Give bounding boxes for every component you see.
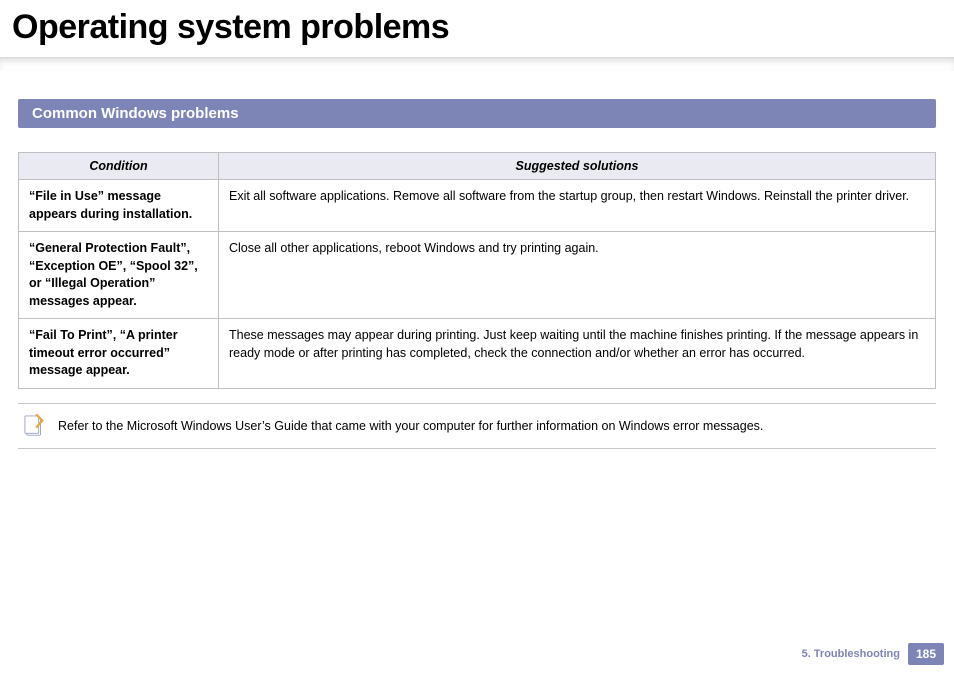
th-solutions: Suggested solutions [219,153,936,180]
cell-solution: Close all other applications, reboot Win… [219,232,936,319]
note-text: Refer to the Microsoft Windows User’s Gu… [58,419,763,433]
table-row: “Fail To Print”, “A printer timeout erro… [19,319,936,389]
th-condition: Condition [19,153,219,180]
cell-condition: “Fail To Print”, “A printer timeout erro… [19,319,219,389]
note-icon [24,414,46,438]
footer-page-number: 185 [908,643,944,665]
cell-condition: “General Protection Fault”, “Exception O… [19,232,219,319]
table-row: “General Protection Fault”, “Exception O… [19,232,936,319]
note-block: Refer to the Microsoft Windows User’s Gu… [18,403,936,449]
page-title: Operating system problems [0,0,954,57]
troubleshoot-table: Condition Suggested solutions “File in U… [18,152,936,389]
page-footer: 5. Troubleshooting 185 [802,643,944,665]
table-row: “File in Use” message appears during ins… [19,180,936,232]
section-heading: Common Windows problems [18,99,936,128]
title-underline [0,57,954,71]
cell-solution: Exit all software applications. Remove a… [219,180,936,232]
cell-solution: These messages may appear during printin… [219,319,936,389]
footer-chapter: 5. Troubleshooting [802,648,900,660]
cell-condition: “File in Use” message appears during ins… [19,180,219,232]
